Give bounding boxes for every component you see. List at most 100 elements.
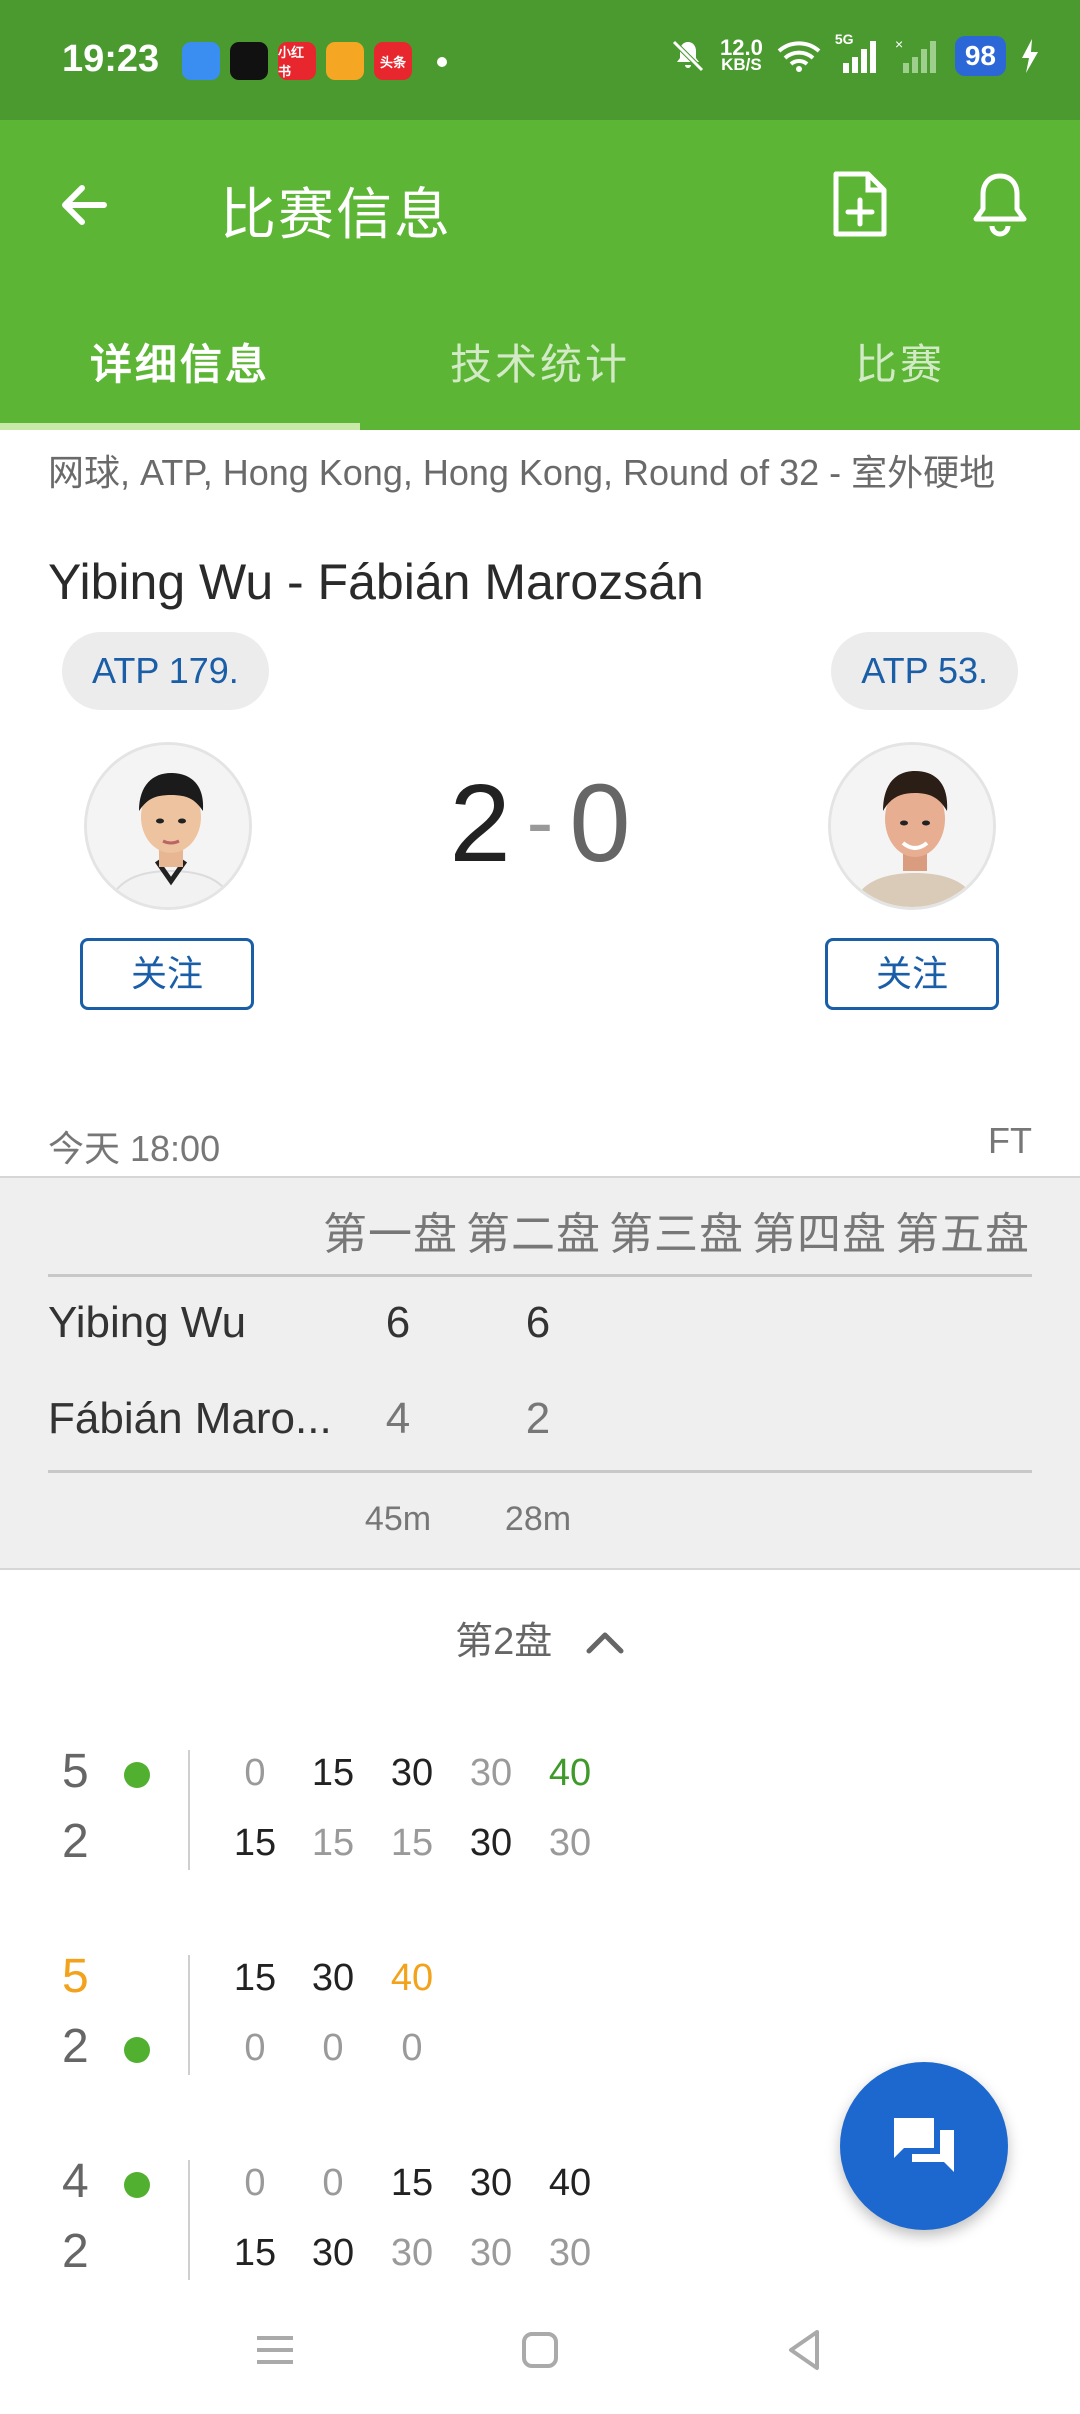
nav-back-button[interactable] <box>775 2320 835 2380</box>
table-divider <box>48 1274 1032 1277</box>
point-score-bottom: 30 <box>469 2232 513 2274</box>
follow-player1-button[interactable]: 关注 <box>80 938 254 1010</box>
set-header-4: 第四盘 <box>752 1210 887 1259</box>
notification-button[interactable] <box>970 170 1040 250</box>
game-bottom-score: 2 <box>62 2225 89 2278</box>
chat-fab-button[interactable] <box>840 2062 1008 2230</box>
point-score-top: 30 <box>469 1752 513 1794</box>
point-score-top: 15 <box>233 1957 277 1999</box>
game-top-score: 5 <box>62 1745 89 1798</box>
set-header-3: 第三盘 <box>609 1210 744 1259</box>
game-bottom-score: 2 <box>62 2020 89 2073</box>
point-score-top: 15 <box>311 1752 355 1794</box>
nav-menu-button[interactable] <box>245 2320 305 2380</box>
point-score-top: 0 <box>244 2162 266 2204</box>
charging-icon <box>1022 39 1038 73</box>
player2-set1-score: 4 <box>385 1394 411 1443</box>
tab-bar: 详细信息 技术统计 比赛 <box>0 310 1080 430</box>
system-nav-bar <box>0 2290 1080 2414</box>
tab-details[interactable]: 详细信息 <box>0 310 360 430</box>
set1-duration: 45m <box>364 1500 432 1538</box>
arrow-left-icon <box>62 185 107 225</box>
chevron-up-icon <box>585 1622 625 1665</box>
point-score-bottom: 30 <box>311 2232 355 2274</box>
player1-set2-score: 6 <box>525 1298 551 1347</box>
app-icon-3: 小红书 <box>278 42 316 80</box>
signal-secondary-icon: × <box>895 37 936 73</box>
app-icon-4 <box>326 42 364 80</box>
serve-indicator-icon <box>124 2037 150 2063</box>
signal-5g-icon: 5G <box>835 31 881 75</box>
point-score-bottom: 30 <box>548 1822 592 1864</box>
point-score-top: 0 <box>322 2162 344 2204</box>
follow-player2-button[interactable]: 关注 <box>825 938 999 1010</box>
status-bar: 19:23 小红书 头条 12.0 KB/S 5G × 98 <box>0 0 1080 120</box>
match-status: FT <box>988 1120 1032 1161</box>
tournament-info: 网球, ATP, Hong Kong, Hong Kong, Round of … <box>48 452 996 493</box>
point-score-bottom: 30 <box>390 2232 434 2274</box>
point-score-bottom: 0 <box>244 2027 266 2069</box>
player2-rank[interactable]: ATP 53. <box>831 632 1018 710</box>
wifi-icon <box>777 41 821 72</box>
point-score-bottom: 0 <box>401 2027 423 2069</box>
svg-text:×: × <box>895 37 903 52</box>
game-top-score: 4 <box>62 2155 89 2208</box>
player1-name: Yibing Wu <box>48 1298 247 1347</box>
triangle-back-icon <box>789 2330 819 2370</box>
serve-indicator-icon <box>124 2172 150 2198</box>
square-home-icon <box>522 2332 558 2368</box>
point-score-bottom: 15 <box>233 2232 277 2274</box>
player1-rank[interactable]: ATP 179. <box>62 632 269 710</box>
game-bottom-score: 2 <box>62 1815 89 1868</box>
player2-set2-score: 2 <box>525 1394 551 1443</box>
tab-match[interactable]: 比赛 <box>720 310 1080 430</box>
point-score-bottom: 30 <box>548 2232 592 2274</box>
set-scores-table: 第一盘 第二盘 第三盘 第四盘 第五盘 Yibing Wu 6 6 Fábián… <box>0 1176 1080 1570</box>
set-header-1: 第一盘 <box>323 1210 458 1259</box>
player1-set1-score: 6 <box>385 1298 411 1347</box>
game-divider <box>188 1750 190 1870</box>
point-score-top: 15 <box>390 2162 434 2204</box>
game-top-score: 5 <box>62 1950 89 2003</box>
set-header-2: 第二盘 <box>466 1210 601 1259</box>
point-score-bottom: 30 <box>469 1822 513 1864</box>
status-indicators: 12.0 KB/S 5G × 98 <box>670 31 1040 76</box>
tab-statistics[interactable]: 技术统计 <box>360 310 720 430</box>
bell-icon <box>973 173 1027 237</box>
score-away: 0 <box>569 762 631 885</box>
match-title: Yibing Wu - Fábián Marozsán <box>48 554 704 610</box>
point-score-top: 30 <box>469 2162 513 2204</box>
page-title: 比赛信息 <box>220 183 452 246</box>
point-score-top: 40 <box>548 2162 592 2204</box>
more-notifications-dot <box>437 57 447 67</box>
add-to-calendar-button[interactable] <box>830 170 900 250</box>
point-score-top: 0 <box>244 1752 266 1794</box>
point-score-bottom: 15 <box>311 1822 355 1864</box>
score-separator: - <box>526 777 554 866</box>
status-time: 19:23 <box>62 38 160 80</box>
point-score-top: 40 <box>548 1752 592 1794</box>
app-icon-5: 头条 <box>374 42 412 80</box>
network-speed-value: 12.0 <box>720 35 763 60</box>
file-add-icon <box>833 171 887 237</box>
match-score: 2-0 <box>0 760 1080 887</box>
point-score-top: 30 <box>311 1957 355 1999</box>
table-divider <box>48 1470 1032 1473</box>
point-score-bottom: 15 <box>233 1822 277 1864</box>
score-home: 2 <box>449 762 511 885</box>
game-row: 5 2 0 15 30 30 40 15 15 15 30 30 <box>0 1745 1080 1900</box>
point-score-bottom: 0 <box>322 2027 344 2069</box>
app-bar: 比赛信息 详细信息 技术统计 比赛 <box>0 120 1080 430</box>
game-divider <box>188 2160 190 2280</box>
network-speed-unit: KB/S <box>721 55 762 74</box>
mute-icon <box>672 40 704 72</box>
tab-active-indicator <box>0 423 360 430</box>
status-app-icons: 小红书 头条 <box>182 42 412 80</box>
set-header-row: 第一盘 第二盘 第三盘 第四盘 第五盘 <box>323 1198 1030 1262</box>
nav-home-button[interactable] <box>510 2320 570 2380</box>
set-selector[interactable]: 第2盘 <box>0 1610 1080 1665</box>
battery-level: 98 <box>954 36 1006 76</box>
player2-name: Fábián Maro... <box>48 1394 332 1443</box>
back-button[interactable] <box>50 170 120 240</box>
game-divider <box>188 1955 190 2075</box>
